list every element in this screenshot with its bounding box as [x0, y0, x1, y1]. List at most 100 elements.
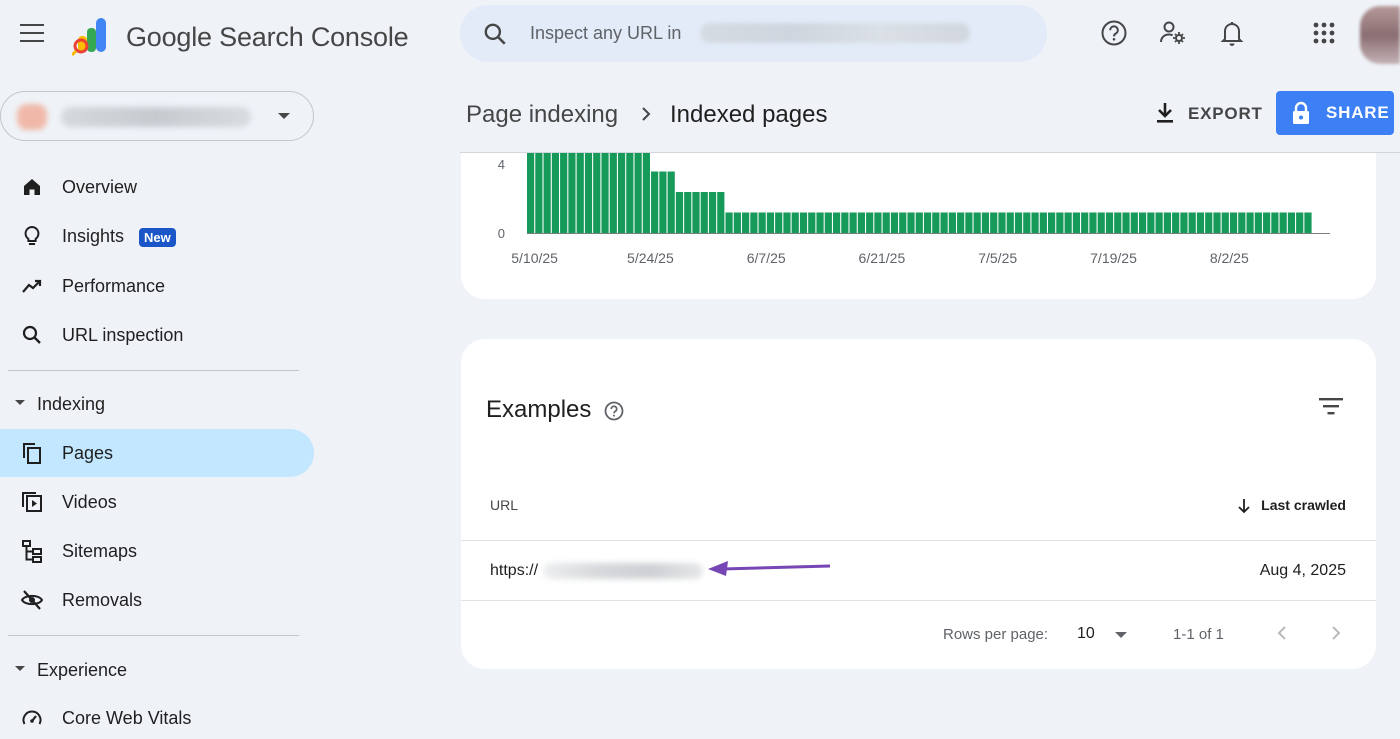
- section-toggle-indexing[interactable]: Indexing: [0, 388, 314, 418]
- annotation-arrow: [708, 561, 831, 576]
- chart-bar: [1006, 212, 1014, 233]
- chart-bar: [1031, 212, 1039, 233]
- chart-bar: [948, 212, 956, 233]
- help-icon[interactable]: [603, 400, 625, 422]
- chart-bar: [634, 153, 642, 233]
- chart-bar: [1180, 212, 1188, 233]
- breadcrumb-parent[interactable]: Page indexing: [466, 101, 618, 129]
- chart-bar: [998, 212, 1006, 233]
- sidebar-item-label: Pages: [62, 443, 114, 463]
- property-selector[interactable]: [0, 91, 314, 141]
- manage-users-icon[interactable]: [1158, 18, 1188, 48]
- export-button[interactable]: EXPORT: [1150, 96, 1262, 132]
- caret-down-icon: [15, 400, 25, 405]
- chart-bar: [1163, 212, 1171, 233]
- chart-bar: [708, 192, 717, 233]
- section-label: Experience: [37, 660, 128, 680]
- chart-bar: [816, 212, 824, 233]
- chart-bar: [651, 171, 659, 233]
- chart-bar: [667, 171, 675, 233]
- chart-bar: [1205, 212, 1213, 233]
- sidebar-item-insights[interactable]: Insights New: [0, 212, 314, 260]
- chart-bar: [758, 212, 766, 233]
- sidebar-item-performance[interactable]: Performance: [0, 262, 314, 310]
- search-console-logo: [72, 18, 106, 56]
- rows-per-page-label: Rows per page:: [943, 626, 1049, 643]
- chart-bar: [915, 212, 923, 233]
- chart-bar: [973, 212, 981, 233]
- chart-bar: [1147, 212, 1155, 233]
- chart-bar: [1105, 212, 1114, 233]
- filter-icon[interactable]: [1318, 395, 1344, 417]
- chart-bar: [1279, 212, 1287, 233]
- table-header-divider: [461, 540, 1376, 541]
- chart-bar: [1039, 212, 1047, 233]
- help-icon[interactable]: [1099, 18, 1129, 48]
- sidebar-item-label: Performance: [62, 276, 166, 296]
- chart-bar: [923, 212, 932, 233]
- sidebar-item-overview[interactable]: Overview: [0, 163, 314, 211]
- rows-per-page-value[interactable]: 10: [1077, 625, 1095, 643]
- sidebar-item-pages[interactable]: Pages: [0, 429, 314, 477]
- chart-bar: [717, 192, 725, 233]
- chart-bar: [874, 212, 882, 233]
- chart-bar: [1296, 212, 1304, 233]
- share-label: SHARE: [1326, 103, 1390, 122]
- sidebar-item-label: Core Web Vitals: [62, 708, 192, 728]
- examples-card: Examples URL Last crawled https:// Aug 4…: [461, 339, 1376, 669]
- y-tick-label: 0: [498, 226, 505, 241]
- sitemap-icon: [22, 540, 42, 563]
- sidebar-item-sitemaps[interactable]: Sitemaps: [0, 527, 314, 575]
- sort-arrow-down-icon[interactable]: [1236, 497, 1252, 515]
- chevron-down-icon: [278, 113, 290, 119]
- apps-grid-icon[interactable]: [1309, 18, 1339, 48]
- chevron-left-icon[interactable]: [1275, 623, 1289, 643]
- chart-bar: [957, 212, 965, 233]
- chevron-down-icon[interactable]: [1115, 632, 1127, 638]
- table-row-divider: [461, 600, 1376, 601]
- sidebar-item-label: Overview: [62, 177, 138, 197]
- chart-bar: [981, 212, 990, 233]
- redacted-property-name: [61, 107, 251, 127]
- trending-up-icon: [22, 279, 42, 293]
- chart-bar: [659, 171, 667, 233]
- home-icon: [24, 179, 40, 195]
- lock-icon: [1293, 101, 1309, 124]
- chart-bar: [965, 212, 973, 233]
- x-tick-label: 8/2/25: [1210, 250, 1249, 266]
- chart-bar: [560, 153, 568, 233]
- search-icon: [22, 325, 41, 344]
- url-cell[interactable]: https://: [490, 562, 538, 580]
- page-title: Indexed pages: [670, 101, 828, 128]
- sidebar-item-url-inspection[interactable]: URL inspection: [0, 311, 314, 359]
- chart-bar: [1213, 212, 1221, 233]
- sidebar-item-videos[interactable]: Videos: [0, 478, 314, 526]
- chart-bar: [1097, 212, 1105, 233]
- column-header-last-crawled[interactable]: Last crawled: [1261, 497, 1346, 513]
- sidebar-item-core-web-vitals[interactable]: Core Web Vitals: [0, 694, 314, 739]
- chart-bar: [1254, 212, 1262, 233]
- chart-bar: [568, 153, 576, 233]
- chart-bar: [799, 212, 808, 233]
- chart-bar: [1172, 212, 1180, 233]
- chart-bar: [700, 192, 708, 233]
- chart-bar: [1221, 212, 1229, 233]
- chart-bar: [849, 212, 857, 233]
- chart-bar: [593, 153, 601, 233]
- sidebar-item-removals[interactable]: Removals: [0, 576, 314, 624]
- x-tick-label: 5/24/25: [627, 250, 674, 266]
- x-tick-label: 6/7/25: [747, 250, 786, 266]
- chart-bar: [1056, 212, 1064, 233]
- url-inspect-search[interactable]: Inspect any URL in: [460, 5, 1047, 62]
- share-button[interactable]: SHARE: [1276, 91, 1394, 135]
- chart-bar: [1023, 212, 1031, 233]
- chevron-right-icon[interactable]: [1329, 623, 1343, 643]
- main-menu-icon[interactable]: [20, 24, 46, 44]
- chart-bar: [1188, 212, 1196, 233]
- search-placeholder: Inspect any URL in: [530, 23, 682, 43]
- account-avatar[interactable]: [1360, 6, 1400, 64]
- column-header-url[interactable]: URL: [490, 497, 518, 513]
- notifications-icon[interactable]: [1217, 18, 1247, 48]
- caret-down-icon: [15, 666, 25, 671]
- section-toggle-experience[interactable]: Experience: [0, 654, 314, 684]
